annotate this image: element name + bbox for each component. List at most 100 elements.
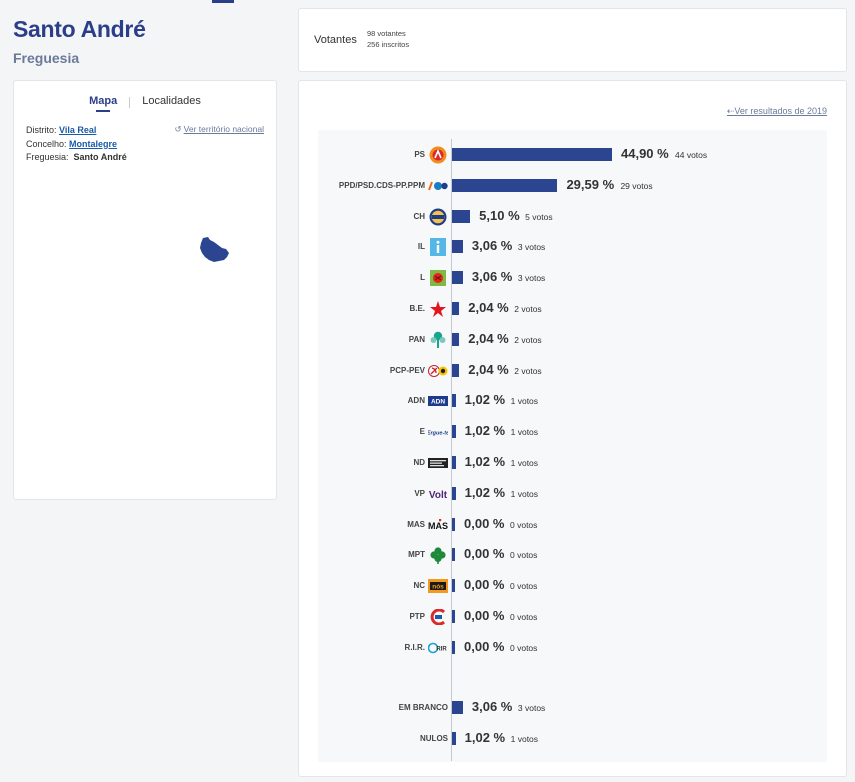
- result-row: PAN 2,04 % 2 votos: [318, 329, 827, 351]
- il-logo: [428, 237, 448, 257]
- svg-text:Ergue-te: Ergue-te: [428, 431, 448, 437]
- freguesia-label: Freguesia:: [26, 152, 69, 162]
- results-chart: PS 44,90 % 44 votos PPD/PSD.CDS-PP.PPM 29,59…: [318, 130, 827, 762]
- result-row: R.I.R. RIR 0,00 % 0 votos: [318, 637, 827, 659]
- result-row: ND 1,02 % 1 votos: [318, 452, 827, 474]
- result-votes: 0 votos: [510, 642, 538, 653]
- map-tabs: Mapa Localidades: [14, 95, 276, 112]
- result-votes: 0 votos: [510, 550, 538, 561]
- result-percentage: 44,90 %: [621, 146, 669, 161]
- adn-logo: ADN: [428, 391, 448, 411]
- pan-logo: [428, 330, 448, 350]
- party-label: VP: [414, 488, 425, 498]
- ergue-te-logo: Ergue-te: [428, 422, 448, 442]
- results-panel: ⇠Ver resultados de 2019 PS 44,90 % 44 voto…: [298, 80, 847, 777]
- result-percentage: 0,00 %: [464, 515, 505, 531]
- result-row: EM BRANCO 3,06 % 3 votos: [318, 697, 827, 719]
- result-votes: 1 votos: [510, 396, 539, 407]
- party-label: PTP: [409, 612, 425, 621]
- result-bar: [452, 610, 455, 623]
- party-label: L: [420, 273, 425, 283]
- result-bar: [452, 209, 471, 223]
- result-votes: 0 votos: [510, 612, 538, 622]
- svg-text:MAS: MAS: [428, 521, 448, 531]
- result-votes: 3 votos: [517, 273, 546, 284]
- tab-mapa[interactable]: Mapa: [77, 95, 129, 112]
- result-bar: [452, 456, 456, 469]
- result-row: MAS MAS 0,00 % 0 votos: [318, 514, 827, 536]
- result-votes: 1 votos: [510, 458, 539, 468]
- result-percentage: 5,10 %: [479, 207, 520, 223]
- result-row: ADN ADN 1,02 % 1 votos: [318, 390, 827, 412]
- party-label: B.E.: [409, 304, 425, 313]
- result-percentage: 2,04 %: [468, 361, 509, 377]
- inscritos-count: 256 inscritos: [367, 40, 410, 49]
- result-votes: 3 votos: [517, 242, 546, 253]
- result-percentage: 3,06 %: [471, 238, 513, 254]
- result-votes: 2 votos: [514, 304, 542, 314]
- header-accent-bar: [212, 0, 234, 3]
- ptp-logo: [428, 607, 448, 627]
- svg-text:ADN: ADN: [431, 399, 445, 406]
- location-info: Distrito: Vila Real Concelho: Montalegre…: [26, 124, 127, 165]
- party-label: EM BRANCO: [398, 703, 448, 712]
- result-votes: 0 votos: [510, 519, 538, 530]
- freguesia-map-shape[interactable]: [197, 236, 233, 266]
- result-row: MPT 0,00 % 0 votos: [318, 544, 827, 566]
- livre-logo: [428, 268, 448, 288]
- result-percentage: 0,00 %: [464, 577, 505, 593]
- result-votes: 0 votos: [510, 581, 538, 592]
- result-bar: [452, 271, 463, 285]
- ver-resultados-2019-link[interactable]: ⇠Ver resultados de 2019: [727, 106, 827, 117]
- result-row: B.E. 2,04 % 2 votos: [318, 298, 827, 320]
- result-bar: [452, 425, 456, 439]
- result-row: NC nós 0,00 % 0 votos: [318, 575, 827, 597]
- party-label: ADN: [407, 396, 425, 406]
- concelho-link[interactable]: Montalegre: [69, 139, 117, 149]
- result-bar: [452, 363, 460, 377]
- result-percentage: 1,02 %: [464, 730, 506, 745]
- result-row: VP Volt 1,02 % 1 votos: [318, 483, 827, 505]
- result-percentage: 3,06 %: [471, 269, 513, 285]
- result-row: IL 3,06 % 3 votos: [318, 236, 827, 258]
- ver-territorio-nacional-link[interactable]: ↺ Ver território nacional: [175, 124, 264, 135]
- tab-localidades[interactable]: Localidades: [130, 95, 213, 112]
- result-votes: 2 votos: [514, 334, 542, 345]
- result-row: CH 5,10 % 5 votos: [318, 206, 827, 228]
- party-label: E: [419, 427, 425, 437]
- party-label: PPD/PSD.CDS-PP.PPM: [338, 180, 425, 190]
- concelho-row: Concelho: Montalegre: [26, 138, 127, 152]
- result-percentage: 2,04 %: [468, 300, 509, 315]
- votantes-count: 98 votantes: [367, 29, 406, 38]
- pcp-pev-logo: [428, 361, 448, 381]
- party-label: PS: [414, 150, 425, 159]
- be-logo: [428, 299, 448, 319]
- ps-logo: [428, 145, 448, 165]
- result-votes: 1 votos: [510, 488, 539, 499]
- svg-text:RIR: RIR: [436, 646, 447, 652]
- result-votes: 1 votos: [510, 734, 539, 744]
- mpt-logo: [428, 545, 448, 565]
- result-percentage: 1,02 %: [464, 484, 506, 500]
- svg-text:Volt: Volt: [429, 490, 448, 500]
- result-votes: 3 votos: [517, 703, 546, 713]
- result-percentage: 0,00 %: [464, 546, 505, 562]
- freguesia-row: Freguesia: Santo André: [26, 151, 127, 165]
- party-label: NC: [413, 581, 425, 591]
- chega-logo: [428, 207, 448, 227]
- party-label: PCP-PEV: [389, 365, 425, 375]
- result-bar: [452, 517, 455, 531]
- result-bar: [452, 548, 455, 562]
- result-percentage: 1,02 %: [464, 392, 506, 408]
- party-label: IL: [417, 242, 425, 252]
- result-votes: 5 votos: [525, 211, 553, 222]
- result-bar: [452, 148, 612, 161]
- result-bar: [452, 394, 456, 408]
- distrito-link[interactable]: Vila Real: [59, 125, 96, 135]
- result-votes: 1 votos: [510, 427, 539, 438]
- result-bar: [452, 579, 455, 593]
- result-bar: [452, 178, 558, 192]
- result-row: EErgue-te 1,02 % 1 votos: [318, 421, 827, 443]
- result-row: PCP-PEV 2,04 % 2 votos: [318, 360, 827, 382]
- volt-logo: Volt: [428, 484, 448, 504]
